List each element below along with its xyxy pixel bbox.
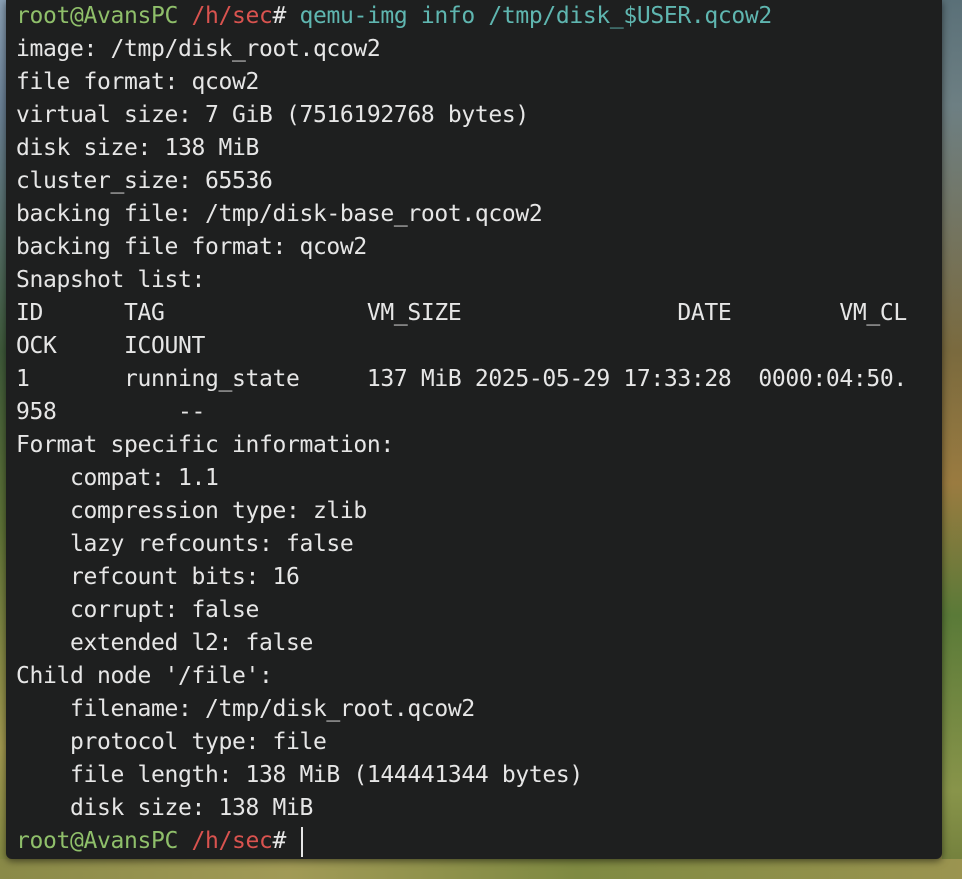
output-line: cluster_size: 65536 [16, 168, 273, 194]
snapshot-header-line: OCK ICOUNT [16, 333, 205, 359]
output-line: virtual size: 7 GiB (7516192768 bytes) [16, 102, 529, 128]
terminal-screen[interactable]: root@AvansPC /h/sec# qemu-img info /tmp/… [16, 0, 940, 858]
output-line: Snapshot list: [16, 267, 205, 293]
output-line: disk size: 138 MiB [16, 795, 313, 821]
prompt-symbol: # [272, 828, 286, 854]
output-line: compression type: zlib [16, 498, 367, 524]
output-line: backing file format: qcow2 [16, 234, 367, 260]
output-line: filename: /tmp/disk_root.qcow2 [16, 696, 475, 722]
text-cursor[interactable] [301, 826, 304, 857]
output-line: corrupt: false [16, 597, 259, 623]
output-line: Format specific information: [16, 432, 394, 458]
desktop-wallpaper-right [942, 0, 962, 879]
output-line: lazy refcounts: false [16, 531, 354, 557]
terminal-window[interactable]: root@AvansPC /h/sec# qemu-img info /tmp/… [6, 0, 942, 859]
snapshot-header-line: ID TAG VM_SIZE DATE VM_CL [16, 300, 907, 326]
command-text: qemu-img info /tmp/disk_$USER.qcow2 [299, 3, 772, 29]
active-prompt-line[interactable]: root@AvansPC /h/sec# [16, 825, 940, 858]
output-line: protocol type: file [16, 729, 327, 755]
output-line: refcount bits: 16 [16, 564, 300, 590]
output-line: backing file: /tmp/disk-base_root.qcow2 [16, 201, 543, 227]
output-line: compat: 1.1 [16, 465, 219, 491]
command-line: root@AvansPC /h/sec# qemu-img info /tmp/… [16, 0, 940, 33]
prompt-user-host: root@AvansPC [16, 3, 178, 29]
snapshot-row-line: 1 running_state 137 MiB 2025-05-29 17:33… [16, 366, 907, 392]
prompt-user-host: root@AvansPC [16, 828, 178, 854]
prompt-path: /h/sec [191, 828, 273, 854]
output-line: file format: qcow2 [16, 69, 259, 95]
output-line: disk size: 138 MiB [16, 135, 259, 161]
prompt-symbol: # [272, 3, 286, 29]
desktop-wallpaper-bottom [0, 859, 962, 879]
snapshot-row-line: 958 -- [16, 399, 205, 425]
output-line: extended l2: false [16, 630, 313, 656]
output-line: Child node '/file': [16, 663, 273, 689]
output-line: file length: 138 MiB (144441344 bytes) [16, 762, 583, 788]
prompt-path: /h/sec [191, 3, 273, 29]
output-line: image: /tmp/disk_root.qcow2 [16, 36, 381, 62]
